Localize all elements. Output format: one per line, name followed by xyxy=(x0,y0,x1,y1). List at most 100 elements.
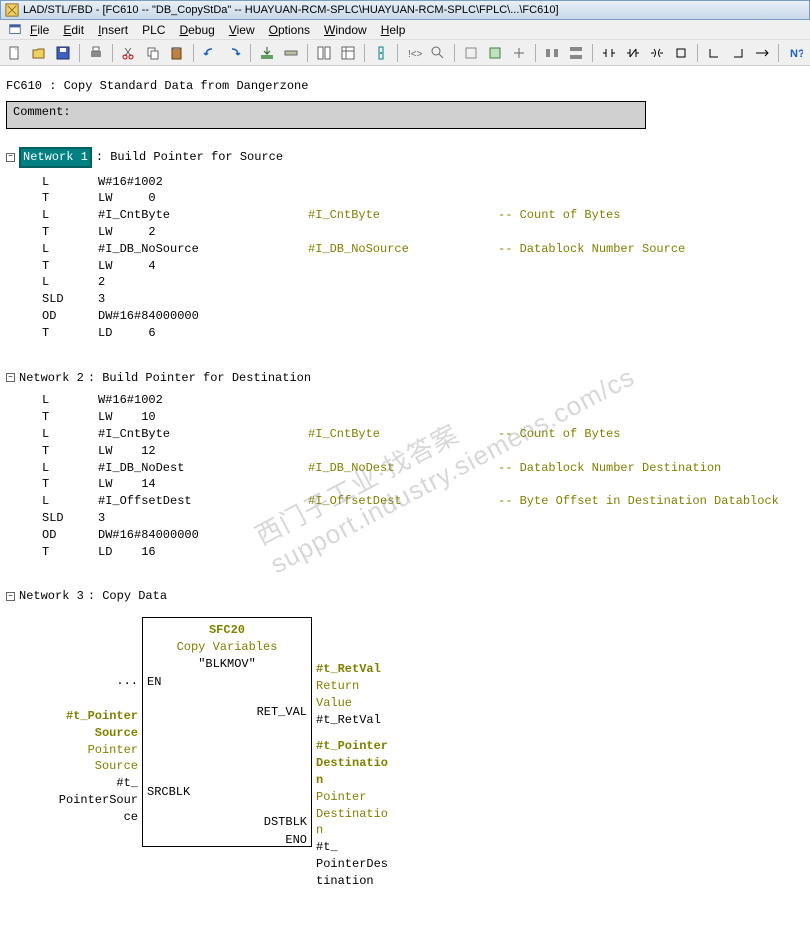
menu-file[interactable]: File xyxy=(30,23,49,37)
collapse-toggle[interactable]: − xyxy=(6,592,15,601)
redo-button[interactable] xyxy=(223,42,245,64)
coil-button[interactable] xyxy=(646,42,668,64)
pin-retval: RET_VAL xyxy=(257,704,307,721)
window-title: LAD/STL/FBD - [FC610 -- "DB_CopyStDa" --… xyxy=(23,4,559,16)
window-titlebar: LAD/STL/FBD - [FC610 -- "DB_CopyStDa" --… xyxy=(0,0,810,20)
network-2: −Network 2: Build Pointer for Destinatio… xyxy=(6,370,804,561)
tool-e[interactable] xyxy=(565,42,587,64)
box-button[interactable] xyxy=(670,42,692,64)
save-button[interactable] xyxy=(52,42,74,64)
menu-help[interactable]: Help xyxy=(381,23,406,37)
download-button[interactable] xyxy=(256,42,278,64)
menu-debug[interactable]: Debug xyxy=(179,23,214,37)
srcblk-tag: #t_PointerSource xyxy=(59,775,138,825)
network-label: Network 3 xyxy=(19,588,84,605)
help-button[interactable]: N? xyxy=(784,42,806,64)
menu-plc[interactable]: PLC xyxy=(142,23,165,37)
stl-line[interactable]: TLD 16 xyxy=(42,544,804,561)
dstblk-var: #t_PointerDestination xyxy=(316,738,432,788)
stl-line[interactable]: TLW 2 xyxy=(42,224,804,241)
block-symbol: "BLKMOV" xyxy=(143,656,311,673)
collapse-toggle[interactable]: − xyxy=(6,373,15,382)
stl-line[interactable]: L#I_OffsetDest#I_OffsetDest-- Byte Offse… xyxy=(42,493,804,510)
srcblk-var: #t_PointerSource xyxy=(66,708,138,742)
stl-line[interactable]: TLW 12 xyxy=(42,443,804,460)
copy-button[interactable] xyxy=(142,42,164,64)
connection-button[interactable] xyxy=(751,42,773,64)
catalog-button[interactable] xyxy=(313,42,335,64)
new-button[interactable] xyxy=(4,42,26,64)
stl-line[interactable]: TLW 10 xyxy=(42,409,804,426)
stl-line[interactable]: L#I_DB_NoDest#I_DB_NoDest-- Datablock Nu… xyxy=(42,460,804,477)
overview-button[interactable] xyxy=(337,42,359,64)
toolbar: !<>! N? xyxy=(0,40,810,66)
toolbar-separator xyxy=(397,44,398,62)
comment-box[interactable]: Comment: xyxy=(6,101,646,129)
undo-button[interactable] xyxy=(199,42,221,64)
stl-line[interactable]: L#I_CntByte#I_CntByte-- Count of Bytes xyxy=(42,207,804,224)
toolbar-separator xyxy=(697,44,698,62)
system-menu-icon[interactable] xyxy=(8,23,22,37)
goto-button[interactable]: !<>! xyxy=(403,42,425,64)
network-label: Network 2 xyxy=(19,370,84,387)
block-header: FC610 : Copy Standard Data from Dangerzo… xyxy=(6,78,804,95)
toolbar-separator xyxy=(592,44,593,62)
toolbar-separator xyxy=(778,44,779,62)
collapse-toggle[interactable]: − xyxy=(6,153,15,162)
tool-c[interactable] xyxy=(508,42,530,64)
menu-edit[interactable]: Edit xyxy=(63,23,84,37)
stl-line[interactable]: TLD 6 xyxy=(42,325,804,342)
paste-button[interactable] xyxy=(166,42,188,64)
toolbar-separator xyxy=(112,44,113,62)
contact-nc-button[interactable] xyxy=(622,42,644,64)
tool-b[interactable] xyxy=(484,42,506,64)
toolbar-separator xyxy=(307,44,308,62)
network-button[interactable] xyxy=(280,42,302,64)
menu-insert[interactable]: Insert xyxy=(98,23,128,37)
pin-eno: ENO xyxy=(285,832,307,849)
comment-label: Comment: xyxy=(13,105,71,119)
stl-line[interactable]: L#I_DB_NoSource#I_DB_NoSource-- Databloc… xyxy=(42,241,804,258)
stl-line[interactable]: LW#16#1002 xyxy=(42,174,804,191)
stl-line[interactable]: ODDW#16#84000000 xyxy=(42,527,804,544)
dstblk-desc: PointerDestination xyxy=(316,789,432,839)
tool-a[interactable] xyxy=(460,42,482,64)
pin-en: EN xyxy=(147,674,161,691)
print-button[interactable] xyxy=(85,42,107,64)
branch-close-button[interactable] xyxy=(727,42,749,64)
stl-line[interactable]: SLD3 xyxy=(42,291,804,308)
svg-text:!<>!: !<>! xyxy=(408,49,422,60)
pin-dstblk: DSTBLK xyxy=(264,814,307,831)
block-desc: Copy Variables xyxy=(143,639,311,656)
stl-line[interactable]: TLW 0 xyxy=(42,190,804,207)
stl-line[interactable]: TLW 4 xyxy=(42,258,804,275)
stl-line[interactable]: TLW 14 xyxy=(42,476,804,493)
network-label: Network 1 xyxy=(19,147,92,168)
search-button[interactable] xyxy=(427,42,449,64)
toolbar-separator xyxy=(250,44,251,62)
sfc20-block[interactable]: SFC20 Copy Variables "BLKMOV" EN SRCBLK … xyxy=(142,617,312,847)
menu-view[interactable]: View xyxy=(229,23,255,37)
menu-window[interactable]: Window xyxy=(324,23,367,37)
stl-line[interactable]: LW#16#1002 xyxy=(42,392,804,409)
toolbar-separator xyxy=(454,44,455,62)
open-button[interactable] xyxy=(28,42,50,64)
stl-line[interactable]: L#I_CntByte#I_CntByte-- Count of Bytes xyxy=(42,426,804,443)
toolbar-separator xyxy=(193,44,194,62)
network-title: : Build Pointer for Source xyxy=(96,149,283,166)
retval-tag: #t_RetVal xyxy=(316,712,432,729)
contact-no-button[interactable] xyxy=(598,42,620,64)
menu-bar: File Edit Insert PLC Debug View Options … xyxy=(0,20,810,40)
network-3: − Network 3 : Copy Data ... #t_PointerSo… xyxy=(6,588,804,889)
srcblk-desc: PointerSource xyxy=(88,742,138,776)
en-signal: ... xyxy=(116,673,138,690)
stl-line[interactable]: L2 xyxy=(42,274,804,291)
stl-line[interactable]: ODDW#16#84000000 xyxy=(42,308,804,325)
tool-d[interactable] xyxy=(541,42,563,64)
stl-line[interactable]: SLD3 xyxy=(42,510,804,527)
branch-open-button[interactable] xyxy=(703,42,725,64)
menu-options[interactable]: Options xyxy=(269,23,310,37)
cut-button[interactable] xyxy=(118,42,140,64)
monitor-button[interactable] xyxy=(370,42,392,64)
editor-content: FC610 : Copy Standard Data from Dangerzo… xyxy=(0,66,810,929)
